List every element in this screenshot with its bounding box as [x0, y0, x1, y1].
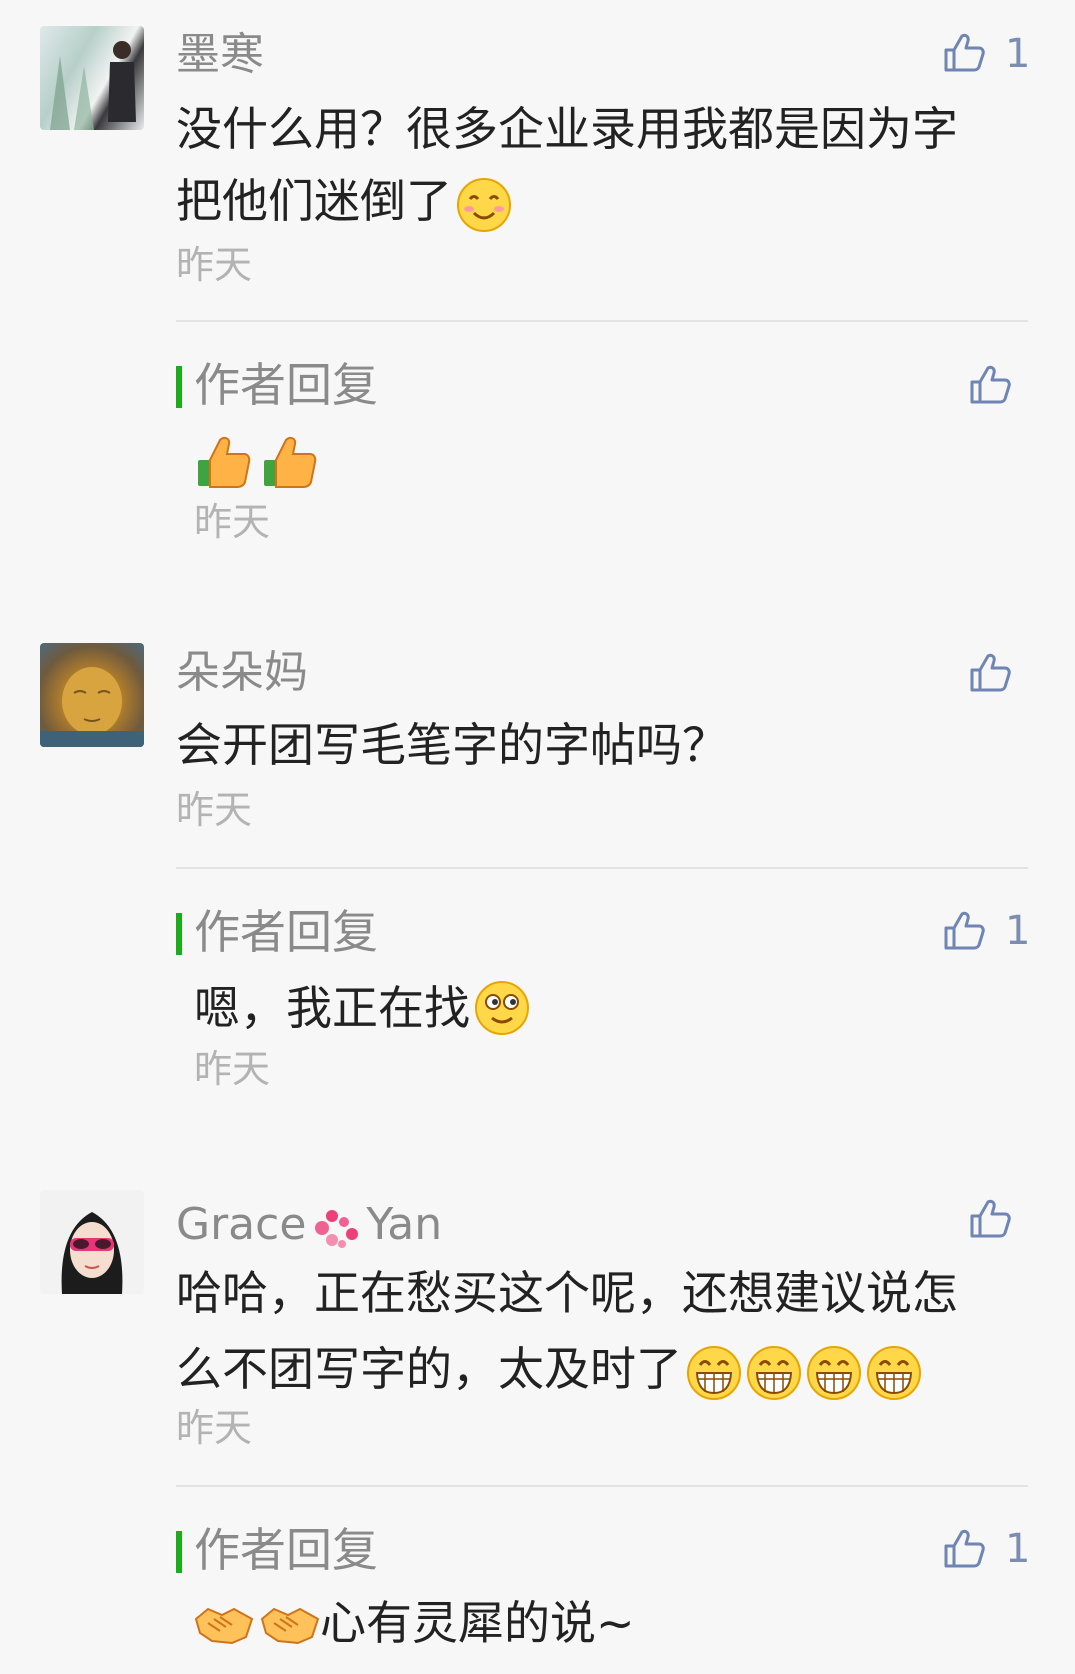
handshake-emoji [194, 1601, 254, 1645]
flower-icon [315, 1210, 359, 1248]
divider [176, 867, 1028, 869]
thumbs-up-icon [968, 650, 1012, 694]
author-reply-marker [176, 366, 182, 408]
author-reply-text: 心有灵犀的说~ [194, 1596, 635, 1646]
author-reply-title: 作者回复 [194, 358, 378, 412]
divider [176, 320, 1028, 322]
grin-emoji [806, 1345, 862, 1401]
like-button[interactable] [968, 1196, 1012, 1244]
commenter-name: 墨寒 [176, 29, 264, 80]
comment-text: 把他们迷倒了 [176, 164, 512, 238]
author-reply-text: 嗯，我正在找 [194, 980, 530, 1036]
comment-line: 把他们迷倒了 [176, 174, 452, 228]
comment-text: 会开团写毛笔字的字帖吗？ [176, 708, 728, 782]
thumbs-up-icon [968, 1196, 1012, 1240]
author-reply-date: 昨天 [194, 1047, 271, 1091]
author-reply-line: 嗯，我正在找 [194, 981, 470, 1035]
author-reply-marker [176, 1531, 182, 1573]
like-button[interactable] [942, 1526, 986, 1574]
surprised-smile-emoji [474, 980, 530, 1036]
avatar[interactable] [40, 643, 144, 747]
smile-emoji [456, 177, 512, 233]
comment-line: 哈哈，正在愁买这个呢，还想建议说怎 [176, 1266, 958, 1320]
like-count: 1 [1005, 31, 1031, 77]
avatar[interactable] [40, 1190, 144, 1294]
comment-date: 昨天 [176, 1406, 253, 1450]
commenter-name: Grace Yan [176, 1202, 442, 1252]
thumbs-up-icon [942, 908, 986, 952]
author-reply-line: 心有灵犀的说~ [320, 1595, 635, 1650]
handshake-emoji [260, 1601, 320, 1645]
thumbs-up-emoji [194, 432, 254, 492]
grin-emoji [866, 1345, 922, 1401]
comment-line: 么不团写字的，太及时了 [176, 1342, 682, 1396]
divider [176, 1485, 1028, 1487]
avatar[interactable] [40, 26, 144, 130]
commenter-name: 朵朵妈 [176, 647, 308, 698]
comment-date: 昨天 [176, 243, 253, 287]
like-button[interactable] [942, 908, 986, 956]
comment-line: 没什么用？很多企业录用我都是因为字 [176, 102, 958, 156]
thumbs-up-icon [942, 30, 986, 74]
like-count: 1 [1005, 1526, 1031, 1572]
commenter-name-part: Yan [366, 1199, 443, 1250]
commenter-name-part: Grace [176, 1199, 307, 1250]
thumbs-up-icon [968, 362, 1012, 406]
comment-text: 哈哈，正在愁买这个呢，还想建议说怎 [176, 1256, 958, 1330]
thumbs-up-emoji [260, 432, 320, 492]
thumbs-up-icon [942, 1526, 986, 1570]
author-reply-text [194, 432, 320, 492]
comment-line: 会开团写毛笔字的字帖吗？ [176, 718, 728, 772]
comment-text: 没什么用？很多企业录用我都是因为字 [176, 92, 958, 166]
like-button[interactable] [942, 30, 986, 78]
like-count: 1 [1005, 908, 1031, 954]
like-button[interactable] [968, 362, 1012, 410]
author-reply-marker [176, 913, 182, 955]
author-reply-date: 昨天 [194, 500, 271, 544]
grin-emoji [686, 1345, 742, 1401]
grin-emoji [746, 1345, 802, 1401]
like-button[interactable] [968, 650, 1012, 698]
comment-text: 么不团写字的，太及时了 [176, 1332, 922, 1406]
author-reply-title: 作者回复 [194, 905, 378, 959]
author-reply-title: 作者回复 [194, 1523, 378, 1577]
comment-date: 昨天 [176, 788, 253, 832]
